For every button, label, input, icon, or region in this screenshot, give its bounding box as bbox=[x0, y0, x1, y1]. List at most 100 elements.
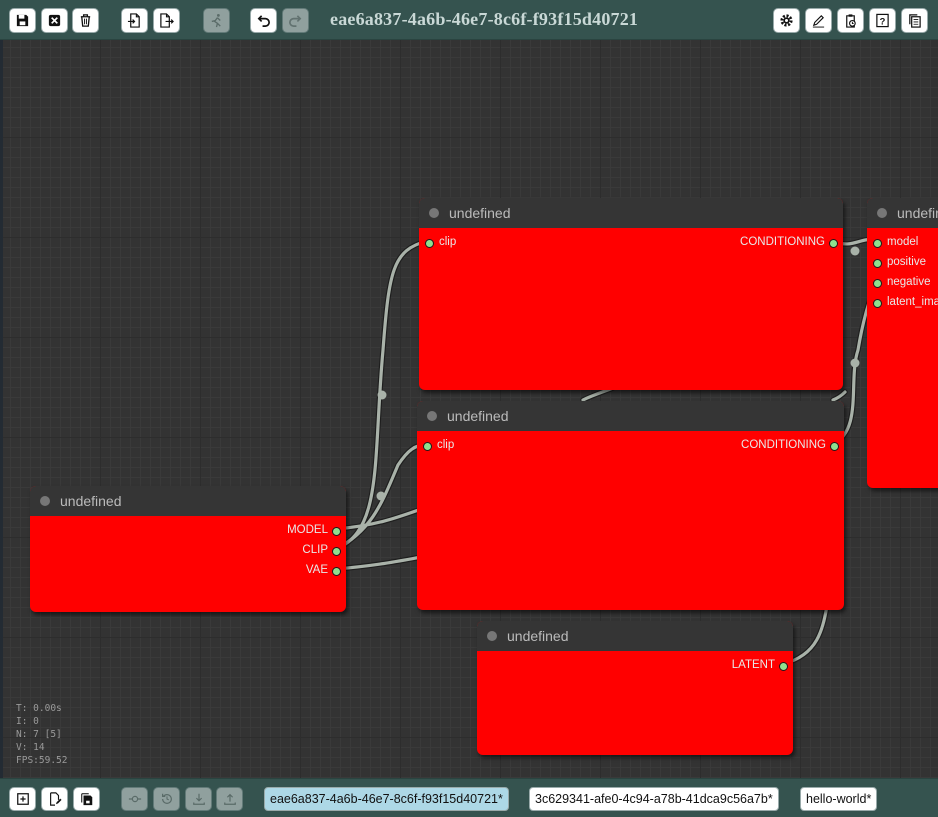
app-window: eae6a837-4a6b-46e7-8c6f-f93f15d40721 ? u… bbox=[0, 0, 938, 817]
download-icon bbox=[192, 793, 205, 805]
stat-iterations: I: 0 bbox=[16, 716, 39, 727]
slot-label: clip bbox=[439, 236, 457, 248]
file-export-icon bbox=[160, 13, 174, 28]
input-slot-latent-image[interactable]: latent_image bbox=[867, 296, 938, 308]
input-slot-clip[interactable]: clip bbox=[417, 439, 454, 451]
undo-button[interactable] bbox=[250, 8, 277, 33]
trash-icon bbox=[80, 14, 91, 27]
redo-icon bbox=[289, 15, 302, 27]
slot-label: latent_image bbox=[887, 296, 938, 308]
help-button[interactable]: ? bbox=[869, 8, 896, 33]
slot-label: model bbox=[887, 236, 919, 248]
node-sampler[interactable]: undefined model positive negative latent… bbox=[867, 198, 938, 488]
slot-pin[interactable] bbox=[830, 442, 839, 451]
slot-pin[interactable] bbox=[332, 567, 341, 576]
settings-button[interactable] bbox=[773, 8, 800, 33]
slot-pin[interactable] bbox=[873, 259, 882, 268]
upload-icon bbox=[223, 793, 236, 805]
bottom-toolbar: eae6a837-4a6b-46e7-8c6f-f93f15d40721* 3c… bbox=[0, 778, 938, 817]
slot-pin[interactable] bbox=[779, 662, 788, 671]
node-header[interactable]: undefined bbox=[419, 198, 843, 228]
link-center-dot bbox=[850, 246, 860, 256]
workflow-tab[interactable]: 3c629341-afe0-4c94-a78b-41dca9c56a7b* bbox=[529, 787, 779, 811]
new-workflow-button[interactable] bbox=[9, 787, 36, 811]
workflow-tab[interactable]: hello-world* bbox=[800, 787, 878, 811]
copy-button[interactable] bbox=[901, 8, 928, 33]
slot-label: VAE bbox=[305, 564, 328, 576]
collapse-dot[interactable] bbox=[40, 496, 50, 506]
stat-time: T: 0.00s bbox=[16, 703, 62, 714]
slot-pin[interactable] bbox=[423, 442, 432, 451]
node-title: undefined bbox=[897, 205, 938, 221]
undo-icon bbox=[257, 15, 270, 27]
slot-pin[interactable] bbox=[873, 279, 882, 288]
node-checkpoint-loader[interactable]: undefined MODEL CLIP VAE bbox=[30, 486, 346, 612]
upload-button[interactable] bbox=[216, 787, 243, 811]
rename-workflow-button[interactable] bbox=[41, 787, 68, 811]
history-button[interactable] bbox=[153, 787, 180, 811]
input-slot-clip[interactable]: clip bbox=[419, 236, 456, 248]
close-box-icon bbox=[48, 14, 61, 27]
copy-icon bbox=[909, 14, 921, 28]
node-clip-text-encode-negative[interactable]: undefined clip CONDITIONING bbox=[417, 401, 844, 610]
queue-button[interactable] bbox=[837, 8, 864, 33]
output-slot-conditioning[interactable]: CONDITIONING bbox=[740, 236, 843, 248]
node-empty-latent[interactable]: undefined LATENT bbox=[477, 621, 793, 755]
running-icon bbox=[211, 13, 221, 28]
collapse-dot[interactable] bbox=[427, 411, 437, 421]
save-button[interactable] bbox=[9, 8, 36, 33]
node-header[interactable]: undefined bbox=[30, 486, 346, 516]
redo-button[interactable] bbox=[282, 8, 309, 33]
slot-pin[interactable] bbox=[873, 239, 882, 248]
run-button[interactable] bbox=[203, 8, 230, 33]
save-multiple-icon bbox=[80, 793, 92, 806]
node-clip-text-encode-positive[interactable]: undefined clip CONDITIONING bbox=[419, 198, 843, 390]
output-slot-model[interactable]: MODEL bbox=[287, 524, 346, 536]
edit-button[interactable] bbox=[805, 8, 832, 33]
workflow-title: eae6a837-4a6b-46e7-8c6f-f93f15d40721 bbox=[330, 9, 639, 29]
collapse-dot[interactable] bbox=[487, 631, 497, 641]
slot-label: negative bbox=[887, 276, 931, 288]
commit-button[interactable] bbox=[121, 787, 148, 811]
stat-visible: V: 14 bbox=[16, 742, 45, 753]
slot-pin[interactable] bbox=[829, 239, 838, 248]
collapse-dot[interactable] bbox=[877, 208, 887, 218]
clear-button[interactable] bbox=[41, 8, 68, 33]
download-button[interactable] bbox=[185, 787, 212, 811]
workflow-tab-active[interactable]: eae6a837-4a6b-46e7-8c6f-f93f15d40721* bbox=[264, 787, 509, 811]
export-button[interactable] bbox=[153, 8, 180, 33]
load-button[interactable] bbox=[121, 8, 148, 33]
slot-label: clip bbox=[437, 439, 455, 451]
node-header[interactable]: undefined bbox=[417, 401, 844, 431]
node-header[interactable]: undefined bbox=[477, 621, 793, 651]
slot-pin[interactable] bbox=[873, 299, 882, 308]
node-title: undefined bbox=[449, 205, 511, 221]
slot-pin[interactable] bbox=[332, 547, 341, 556]
slot-pin[interactable] bbox=[332, 527, 341, 536]
save-as-button[interactable] bbox=[73, 787, 100, 811]
svg-text:?: ? bbox=[880, 16, 886, 26]
delete-button[interactable] bbox=[72, 8, 99, 33]
output-slot-vae[interactable]: VAE bbox=[306, 564, 346, 576]
output-slot-clip[interactable]: CLIP bbox=[302, 544, 346, 556]
file-import-icon bbox=[127, 13, 140, 28]
slot-label: CONDITIONING bbox=[741, 439, 826, 451]
file-edit-icon bbox=[49, 792, 62, 806]
graph-canvas[interactable]: undefined MODEL CLIP VAE undefined clip … bbox=[0, 40, 938, 778]
stat-nodes: N: 7 [5] bbox=[16, 729, 62, 740]
collapse-dot[interactable] bbox=[429, 208, 439, 218]
render-stats: T: 0.00s I: 0 N: 7 [5] V: 14 FPS:59.52 bbox=[16, 702, 67, 767]
slot-label: CONDITIONING bbox=[740, 236, 825, 248]
output-slot-latent[interactable]: LATENT bbox=[732, 659, 793, 671]
clipboard-clock-icon bbox=[846, 14, 856, 28]
input-slot-model[interactable]: model bbox=[867, 236, 918, 248]
help-icon: ? bbox=[876, 13, 889, 28]
slot-pin[interactable] bbox=[425, 239, 434, 248]
input-slot-positive[interactable]: positive bbox=[867, 256, 926, 268]
save-icon bbox=[16, 14, 29, 27]
plus-box-icon bbox=[16, 793, 29, 805]
input-slot-negative[interactable]: negative bbox=[867, 276, 930, 288]
output-slot-conditioning[interactable]: CONDITIONING bbox=[741, 439, 844, 451]
node-header[interactable]: undefined bbox=[867, 198, 938, 228]
slot-label: LATENT bbox=[731, 659, 775, 671]
